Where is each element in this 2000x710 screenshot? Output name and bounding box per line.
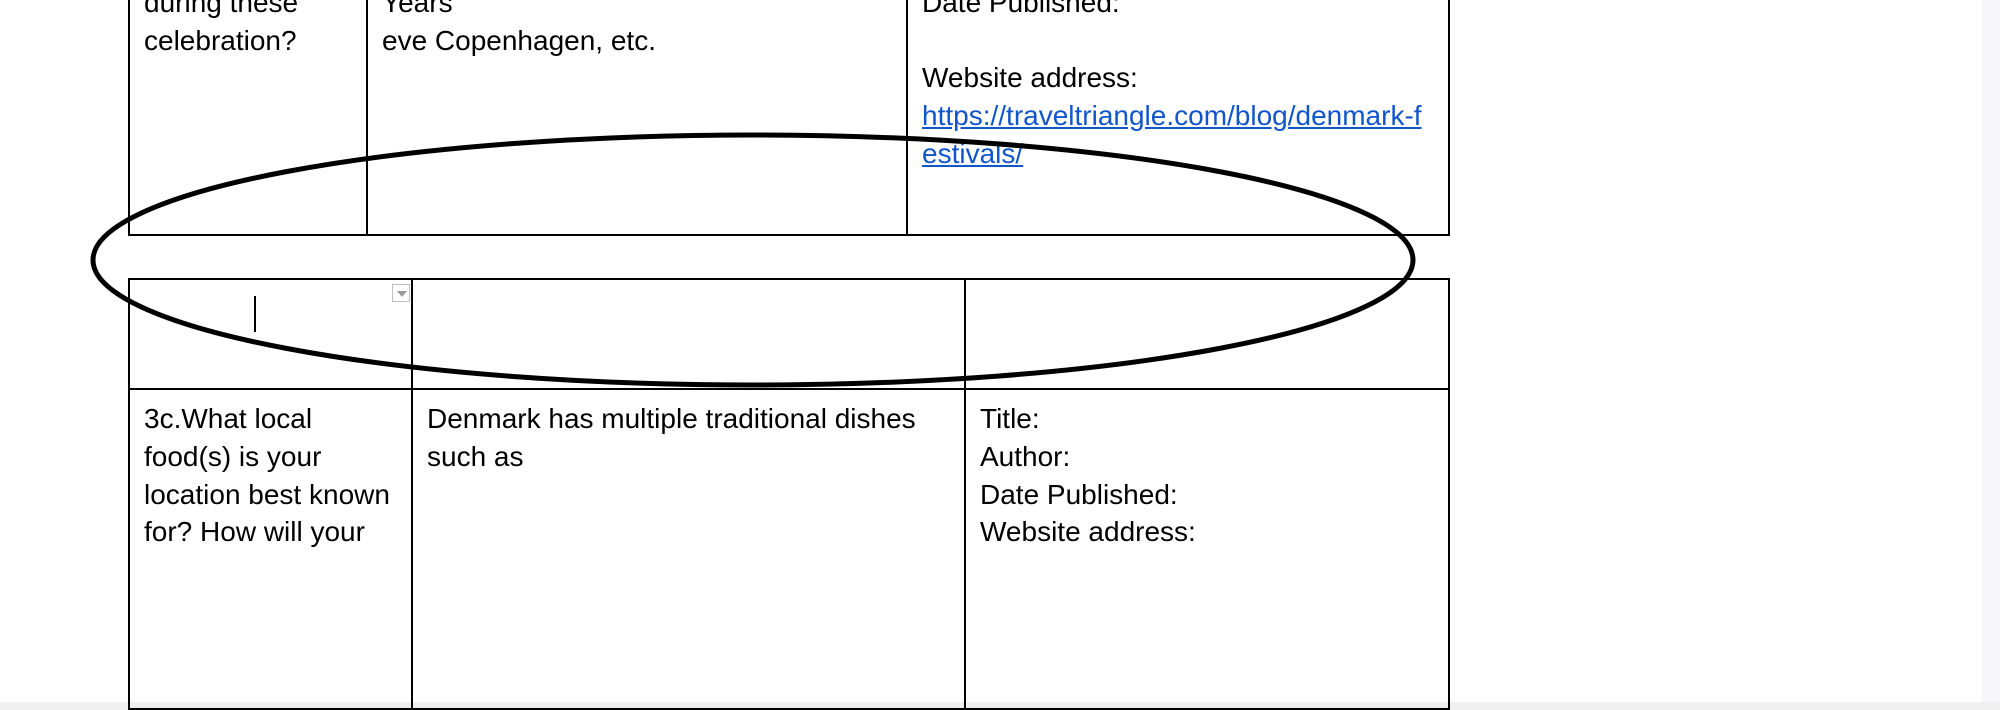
cell-answer[interactable]: odense, Aarhus Food Festival, New Years … — [367, 0, 907, 235]
table-row[interactable]: do locals do during these celebration? o… — [129, 0, 1449, 235]
blank-line — [922, 22, 1434, 60]
header-cell-3[interactable] — [965, 279, 1449, 389]
text-line: Denmark has multiple traditional dishes — [427, 400, 950, 438]
source-title-line: Title: — [980, 400, 1434, 438]
source-date-line: Date Published: — [980, 476, 1434, 514]
text-line: for? How will your — [144, 513, 397, 551]
text-line: celebration? — [144, 22, 352, 60]
header-cell-2[interactable] — [412, 279, 965, 389]
cell-source[interactable]: Author: Nandan Nilekani Date Published: … — [907, 0, 1449, 235]
text-line: food(s) is your — [144, 438, 397, 476]
source-website-label: Website address: — [922, 59, 1434, 97]
table-cell-dropdown[interactable] — [392, 284, 410, 302]
source-link[interactable]: https://traveltriangle.com/blog/denmark-… — [922, 100, 1422, 169]
cell-question[interactable]: do locals do during these celebration? — [129, 0, 367, 235]
text-line: eve Copenhagen, etc. — [382, 22, 892, 60]
cell-answer[interactable]: Denmark has multiple traditional dishes … — [412, 389, 965, 709]
table-2[interactable]: 3c.What local food(s) is your location b… — [128, 278, 1450, 710]
text-line: odense, Aarhus Food Festival, New Years — [382, 0, 892, 22]
text-line: 3c.What local — [144, 400, 397, 438]
table-row[interactable]: 3c.What local food(s) is your location b… — [129, 389, 1449, 709]
header-cell-1[interactable] — [129, 279, 412, 389]
table-1[interactable]: do locals do during these celebration? o… — [128, 0, 1450, 236]
table-header-row[interactable] — [129, 279, 1449, 389]
text-line: location best known — [144, 476, 397, 514]
cell-question[interactable]: 3c.What local food(s) is your location b… — [129, 389, 412, 709]
source-date-line: Date Published: — [922, 0, 1434, 22]
chevron-down-icon — [393, 285, 411, 303]
source-website-label: Website address: — [980, 513, 1434, 551]
right-margin-strip — [1982, 0, 2000, 702]
text-line: during these — [144, 0, 352, 22]
text-line: such as — [427, 438, 950, 476]
text-cursor — [254, 296, 256, 332]
cell-source[interactable]: Title: Author: Date Published: Website a… — [965, 389, 1449, 709]
source-author-line: Author: — [980, 438, 1434, 476]
document-page[interactable]: do locals do during these celebration? o… — [0, 0, 1982, 702]
